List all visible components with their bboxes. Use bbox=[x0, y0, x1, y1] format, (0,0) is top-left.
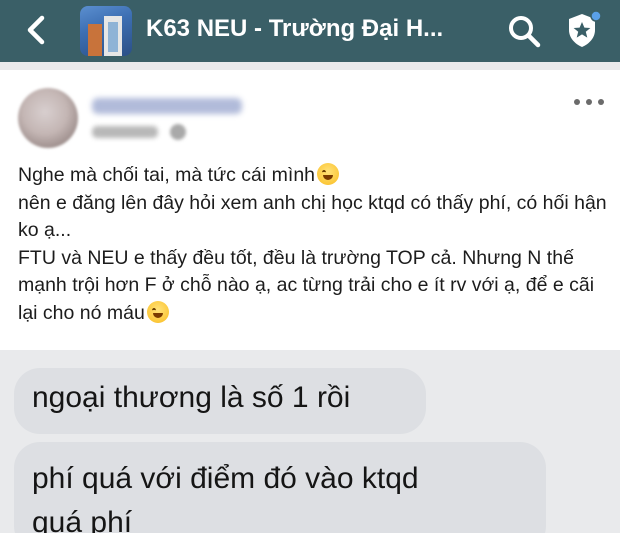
chevron-left-icon bbox=[27, 15, 45, 45]
dot bbox=[574, 99, 580, 105]
post-card: Nghe mà chối tai, mà tức cái mình nên e … bbox=[0, 70, 620, 350]
post-text: Nghe mà chối tai, mà tức cái mình nên e … bbox=[18, 162, 608, 327]
dot bbox=[598, 99, 604, 105]
screenshot-chat-area: ngoại thương là số 1 rồi phí quá với điể… bbox=[0, 350, 620, 533]
dot bbox=[586, 99, 592, 105]
search-icon bbox=[509, 16, 541, 48]
more-options-button[interactable] bbox=[574, 94, 604, 110]
shield-star-icon bbox=[569, 10, 602, 47]
back-button[interactable] bbox=[22, 14, 52, 46]
admin-tools-button[interactable] bbox=[562, 8, 606, 52]
group-cover-thumbnail[interactable] bbox=[80, 6, 132, 56]
chat-bubble: phí quá với điểm đó vào ktqd quá phí bbox=[14, 442, 546, 533]
chat-message-text: ngoại thương là số 1 rồi bbox=[32, 381, 351, 414]
chat-message-text: phí quá với điểm đó vào ktqd bbox=[32, 462, 419, 495]
chat-message-text: quá phí bbox=[32, 506, 133, 533]
post-line-2: nên e đăng lên đây hỏi xem anh chị học k… bbox=[18, 191, 613, 242]
grinning-face-emoji-icon bbox=[146, 300, 169, 323]
chat-bubble: ngoại thương là số 1 rồi bbox=[14, 368, 426, 434]
post-timestamp-blurred bbox=[92, 126, 158, 138]
search-button[interactable] bbox=[506, 13, 542, 49]
group-header: K63 NEU - Trường Đại H... bbox=[0, 0, 620, 62]
post-line-1: Nghe mà chối tai, mà tức cái mình bbox=[18, 162, 608, 190]
author-name-blurred[interactable] bbox=[92, 98, 242, 114]
group-title[interactable]: K63 NEU - Trường Đại H... bbox=[146, 15, 443, 43]
post-line-3: FTU và NEU e thấy đều tốt, đều là trường… bbox=[18, 246, 600, 324]
avatar[interactable] bbox=[18, 88, 78, 148]
expressionless-face-emoji-icon bbox=[317, 163, 340, 185]
privacy-globe-icon bbox=[170, 124, 186, 140]
